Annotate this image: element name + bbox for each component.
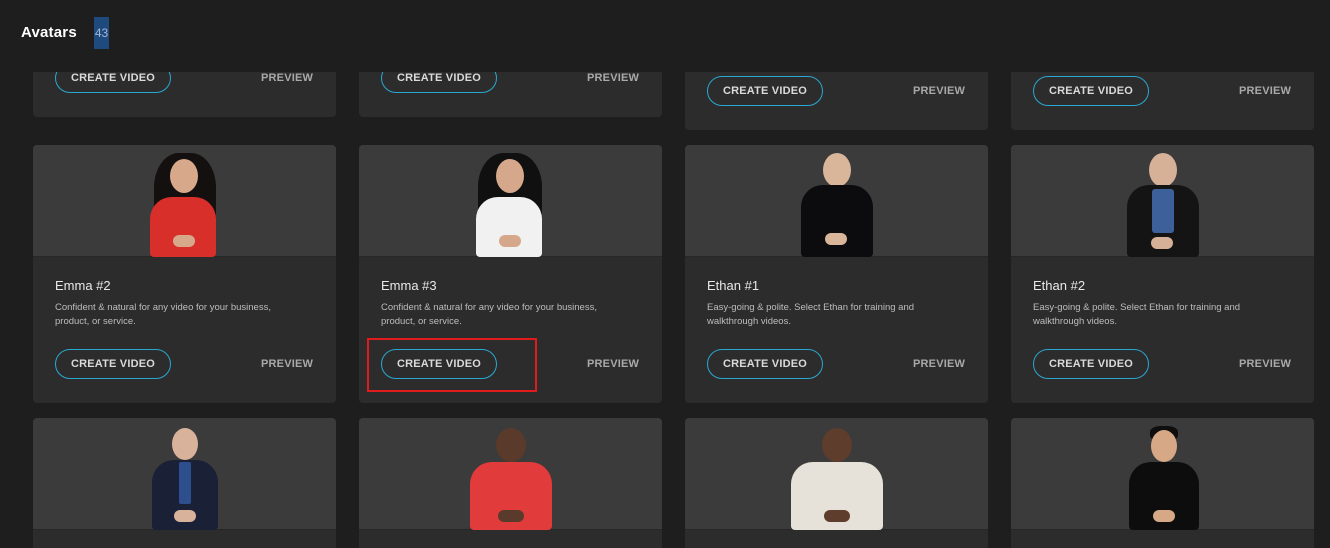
avatar-name: Emma #3 — [381, 278, 437, 293]
avatar-description: Confident & natural for any video for yo… — [55, 302, 271, 327]
avatar-name: Ethan #2 — [1033, 278, 1086, 293]
avatar-image[interactable] — [33, 145, 336, 257]
avatar-card-bottom-3 — [685, 418, 988, 548]
avatar-card-emma-3: Emma #3 Confident & natural for any vide… — [359, 145, 662, 403]
preview-button[interactable]: PREVIEW — [261, 72, 313, 84]
preview-button[interactable]: PREVIEW — [1239, 358, 1291, 370]
preview-button[interactable]: PREVIEW — [261, 358, 313, 370]
avatar-description: Easy-going & polite. Select Ethan for tr… — [1033, 302, 1241, 327]
avatar-name: Ethan #1 — [707, 278, 760, 293]
create-video-button[interactable]: CREATE VIDEO — [707, 349, 823, 379]
avatar-description: Easy-going & polite. Select Ethan for tr… — [707, 302, 915, 327]
preview-button[interactable]: PREVIEW — [587, 358, 639, 370]
avatar-card-ethan-2: Ethan #2 Easy-going & polite. Select Eth… — [1011, 145, 1314, 403]
avatar-image[interactable] — [685, 145, 988, 257]
create-video-button[interactable]: CREATE VIDEO — [707, 76, 823, 106]
create-video-button[interactable]: CREATE VIDEO — [1033, 76, 1149, 106]
avatar-card-bottom-4 — [1011, 418, 1314, 548]
avatar-count-badge: 43 — [94, 17, 109, 49]
avatar-image[interactable] — [359, 145, 662, 257]
avatar-card-bottom-1 — [33, 418, 336, 548]
create-video-button[interactable]: CREATE VIDEO — [55, 349, 171, 379]
avatar-image[interactable] — [359, 418, 662, 530]
preview-button[interactable]: PREVIEW — [913, 85, 965, 97]
create-video-button[interactable]: CREATE VIDEO — [1033, 349, 1149, 379]
avatar-card-emma-2: Emma #2 Confident & natural for any vide… — [33, 145, 336, 403]
avatar-description: Confident & natural for any video for yo… — [381, 302, 597, 327]
page-header: Avatars 43 — [0, 0, 1330, 72]
preview-button[interactable]: PREVIEW — [1239, 85, 1291, 97]
avatar-name: Emma #2 — [55, 278, 111, 293]
preview-button[interactable]: PREVIEW — [587, 72, 639, 84]
preview-button[interactable]: PREVIEW — [913, 358, 965, 370]
avatar-image[interactable] — [1011, 418, 1314, 530]
avatar-image[interactable] — [1011, 145, 1314, 257]
page-title: Avatars — [21, 24, 77, 41]
create-video-button[interactable]: CREATE VIDEO — [381, 349, 497, 379]
avatar-card-ethan-1: Ethan #1 Easy-going & polite. Select Eth… — [685, 145, 988, 403]
avatar-image[interactable] — [33, 418, 336, 530]
avatar-image[interactable] — [685, 418, 988, 530]
avatar-card-bottom-2 — [359, 418, 662, 548]
